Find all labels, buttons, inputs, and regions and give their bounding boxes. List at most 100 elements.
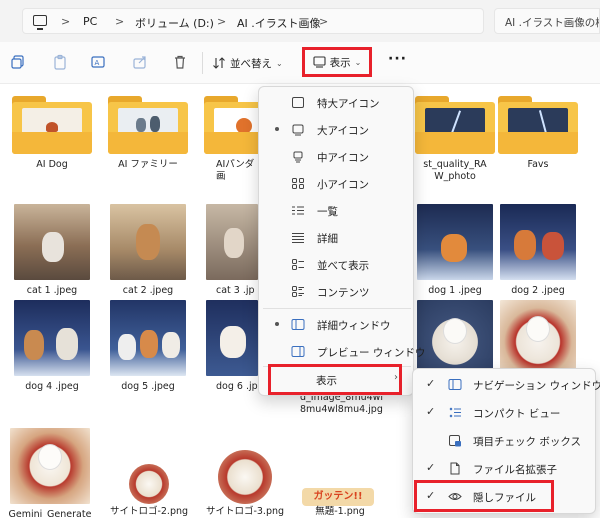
image-thumbnail: [500, 204, 576, 280]
file-name: dog 1 .jpeg: [428, 285, 482, 296]
image-file-item[interactable]: cat 3 .jp: [202, 204, 258, 297]
image-file-item[interactable]: dog 2 .jpeg: [496, 204, 580, 297]
menu-item-details[interactable]: 詳細: [259, 224, 415, 251]
image-file-item[interactable]: cat 2 .jpeg: [106, 204, 190, 297]
delete-icon[interactable]: [172, 54, 188, 70]
image-thumbnail: [110, 204, 186, 280]
image-thumbnail: [218, 450, 272, 504]
menu-item-extra-large-icons[interactable]: 特大アイコン: [259, 89, 415, 116]
submenu-item-label: 項目チェック ボックス: [473, 436, 582, 448]
chevron-right-icon: >: [217, 15, 227, 28]
details-icon: [292, 233, 304, 243]
menu-item-content[interactable]: コンテンツ: [259, 278, 415, 305]
file-name: AIパンダ画: [216, 159, 255, 182]
submenu-item-label: コンパクト ビュー: [473, 408, 561, 420]
breadcrumb-pc[interactable]: PC: [83, 15, 97, 28]
chevron-right-icon: ›: [394, 372, 398, 383]
more-options-button[interactable]: ···: [388, 51, 407, 67]
share-icon[interactable]: [132, 54, 148, 70]
selected-dot-icon: [275, 127, 279, 131]
image-file-item[interactable]: dog 6 .jp: [202, 300, 258, 393]
image-file-item[interactable]: dog 4 .jpeg: [10, 300, 94, 393]
image-file-item[interactable]: 無題-1.png: [300, 506, 380, 518]
chevron-down-icon: ⌄: [276, 58, 283, 68]
file-name: cat 2 .jpeg: [122, 285, 174, 296]
medium-icons-icon: [293, 151, 303, 163]
checkbox-icon: [449, 435, 461, 447]
checkmark-icon: ✓: [426, 405, 436, 418]
file-name: cat 1 .jpeg: [26, 285, 78, 296]
chevron-right-icon: >: [61, 15, 71, 28]
checkmark-icon: ✓: [426, 461, 436, 474]
breadcrumb[interactable]: > PC > ボリューム (D:) > AI .イラスト画像 >: [22, 8, 484, 34]
small-icons-icon: [292, 178, 304, 189]
hidden-files-highlight: [414, 480, 554, 512]
menu-item-label: コンテンツ: [317, 287, 370, 299]
menu-item-details-pane[interactable]: 詳細ウィンドウ: [259, 311, 415, 338]
folder-item[interactable]: Favs: [496, 96, 580, 171]
menu-item-preview-pane[interactable]: プレビュー ウィンドウ: [259, 338, 425, 365]
image-file-item[interactable]: cat 1 .jpeg: [10, 204, 94, 297]
file-name: AI Dog: [36, 159, 68, 170]
image-thumbnail: [417, 300, 493, 376]
image-file-item[interactable]: サイトロゴ-3.png: [200, 450, 290, 518]
content-icon: [292, 286, 304, 297]
submenu-item-file-extensions[interactable]: ✓ ファイル名拡張子: [413, 455, 597, 483]
menu-item-tiles[interactable]: 並べて表示: [259, 251, 415, 278]
large-icons-icon: [292, 124, 304, 136]
image-thumbnail: [206, 300, 258, 376]
menu-item-label: プレビュー ウィンドウ: [317, 347, 426, 359]
menu-item-show[interactable]: 表示: [268, 364, 402, 395]
file-extension-icon: [450, 462, 460, 475]
file-name: dog 4 .jpeg: [25, 381, 79, 392]
folder-icon: [415, 96, 495, 154]
image-file-item[interactable]: dog 5 .jpeg: [106, 300, 190, 393]
menu-item-label: 詳細: [317, 233, 338, 245]
breadcrumb-drive[interactable]: ボリューム (D:): [135, 15, 214, 31]
selected-dot-icon: [275, 322, 279, 326]
search-placeholder: AI .イラスト画像の検: [505, 17, 600, 29]
menu-item-list[interactable]: 一覧: [259, 197, 415, 224]
view-dropdown-menu: 特大アイコン 大アイコン 中アイコン 小アイコン 一覧 詳細 並べて表示 コンテ…: [258, 86, 425, 396]
submenu-item-item-check-boxes[interactable]: 項目チェック ボックス: [413, 427, 597, 455]
menu-item-label: 中アイコン: [317, 152, 369, 164]
paste-icon[interactable]: [52, 54, 68, 70]
image-thumbnail: [417, 204, 493, 280]
file-name: cat 3 .jp: [216, 285, 255, 296]
svg-text:A: A: [95, 59, 100, 67]
menu-item-label: 並べて表示: [317, 260, 370, 272]
chevron-down-icon: ⌄: [354, 57, 362, 67]
compact-view-icon: [449, 407, 461, 418]
submenu-item-compact-view[interactable]: ✓ コンパクト ビュー: [413, 399, 597, 427]
folder-item[interactable]: AI ファミリー: [106, 96, 190, 171]
view-button[interactable]: 表示 ⌄: [302, 47, 372, 77]
folder-icon: [204, 96, 258, 154]
search-input[interactable]: AI .イラスト画像の検: [494, 8, 600, 34]
menu-item-large-icons[interactable]: 大アイコン: [259, 116, 415, 143]
image-file-item[interactable]: Gemini_Generate: [6, 428, 94, 518]
folder-item[interactable]: AI Dog: [10, 96, 94, 171]
menu-item-medium-icons[interactable]: 中アイコン: [259, 143, 415, 170]
submenu-item-navigation-pane[interactable]: ✓ ナビゲーション ウィンドウ: [413, 371, 600, 399]
file-name: dog 6 .jp: [216, 381, 258, 392]
image-file-item[interactable]: dog 1 .jpeg: [414, 204, 496, 297]
folder-item[interactable]: st_quality_RA W_photo: [414, 96, 496, 183]
checkmark-icon: ✓: [426, 377, 436, 390]
folder-icon: [108, 96, 188, 154]
folder-icon: [12, 96, 92, 154]
file-name: dog 5 .jpeg: [121, 381, 175, 392]
folder-item[interactable]: AIパンダ画: [202, 96, 258, 183]
file-name: 無題-1.png: [315, 506, 365, 517]
rename-icon[interactable]: A: [90, 54, 106, 70]
breadcrumb-folder[interactable]: AI .イラスト画像: [237, 15, 321, 31]
image-thumbnail: [14, 300, 90, 376]
file-name: st_quality_RA W_photo: [423, 159, 487, 182]
image-thumbnail: [129, 464, 169, 504]
image-file-item[interactable]: [496, 300, 580, 376]
new-copy-icon[interactable]: [10, 54, 26, 70]
menu-item-small-icons[interactable]: 小アイコン: [259, 170, 415, 197]
image-file-item[interactable]: サイトロゴ-2.png: [104, 464, 194, 518]
file-name: Gemini_Generate: [8, 509, 92, 518]
preview-pane-icon: [291, 346, 305, 357]
sort-button[interactable]: 並べ替え ⌄: [212, 51, 283, 75]
